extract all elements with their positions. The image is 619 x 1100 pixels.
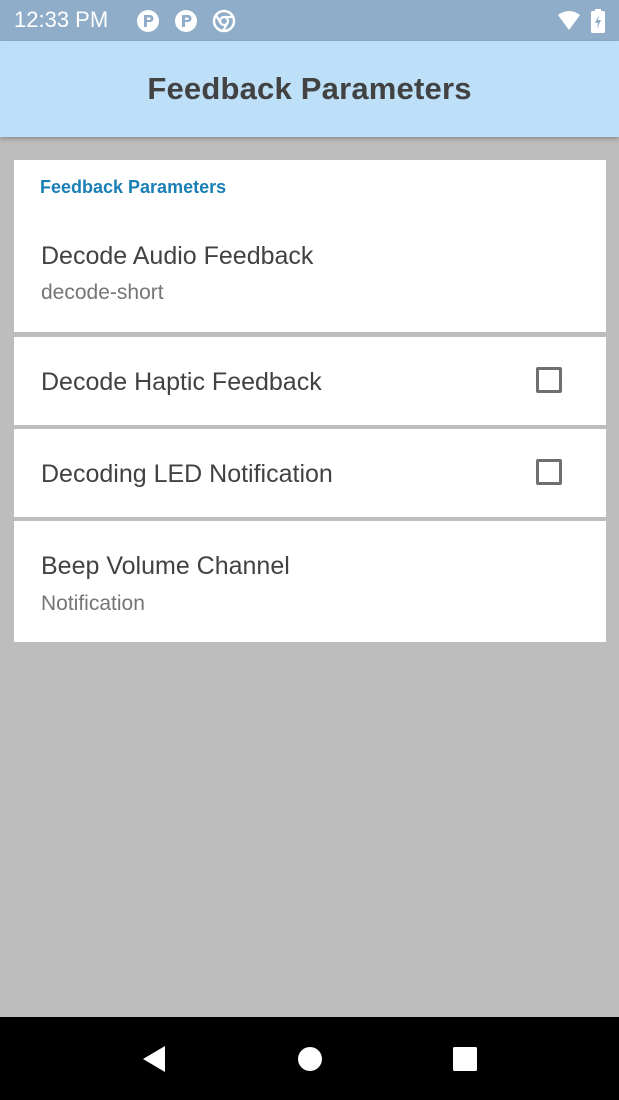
preference-summary: decode-short [41, 281, 164, 304]
preference-title: Decode Audio Feedback [41, 242, 314, 270]
preference-decoding-led-notification[interactable]: Decoding LED Notification [14, 429, 606, 517]
notification-app-icon [175, 10, 197, 32]
preference-decode-audio-feedback[interactable]: Decode Audio Feedback decode-short [14, 222, 606, 332]
preference-decode-haptic-feedback[interactable]: Decode Haptic Feedback [14, 337, 606, 425]
preference-title: Beep Volume Channel [41, 552, 290, 580]
chrome-icon [212, 9, 236, 33]
app-bar: Feedback Parameters [0, 41, 619, 137]
led-notification-checkbox[interactable] [536, 459, 562, 485]
svg-text:4: 4 [573, 23, 578, 32]
notification-app-icon [137, 10, 159, 32]
wifi-icon: 4 [558, 11, 580, 32]
recents-icon [453, 1046, 477, 1071]
preference-beep-volume-channel[interactable]: Beep Volume Channel Notification [14, 521, 606, 642]
home-icon [298, 1046, 322, 1071]
navigation-bar [0, 1017, 619, 1100]
back-icon [143, 1045, 165, 1072]
home-button[interactable] [265, 1017, 355, 1100]
recents-button[interactable] [420, 1017, 510, 1100]
preference-title: Decoding LED Notification [41, 460, 333, 488]
preference-card: Feedback Parameters Decode Audio Feedbac… [14, 160, 606, 332]
page-title: Feedback Parameters [147, 71, 472, 106]
battery-icon [591, 9, 605, 33]
preference-title: Decode Haptic Feedback [41, 368, 322, 396]
preference-summary: Notification [41, 592, 145, 615]
status-time: 12:33 PM [14, 7, 109, 32]
preference-category-title: Feedback Parameters [40, 177, 227, 197]
status-bar: 12:33 PM 4 [0, 0, 619, 41]
haptic-feedback-checkbox[interactable] [536, 367, 562, 393]
back-button[interactable] [109, 1017, 199, 1100]
